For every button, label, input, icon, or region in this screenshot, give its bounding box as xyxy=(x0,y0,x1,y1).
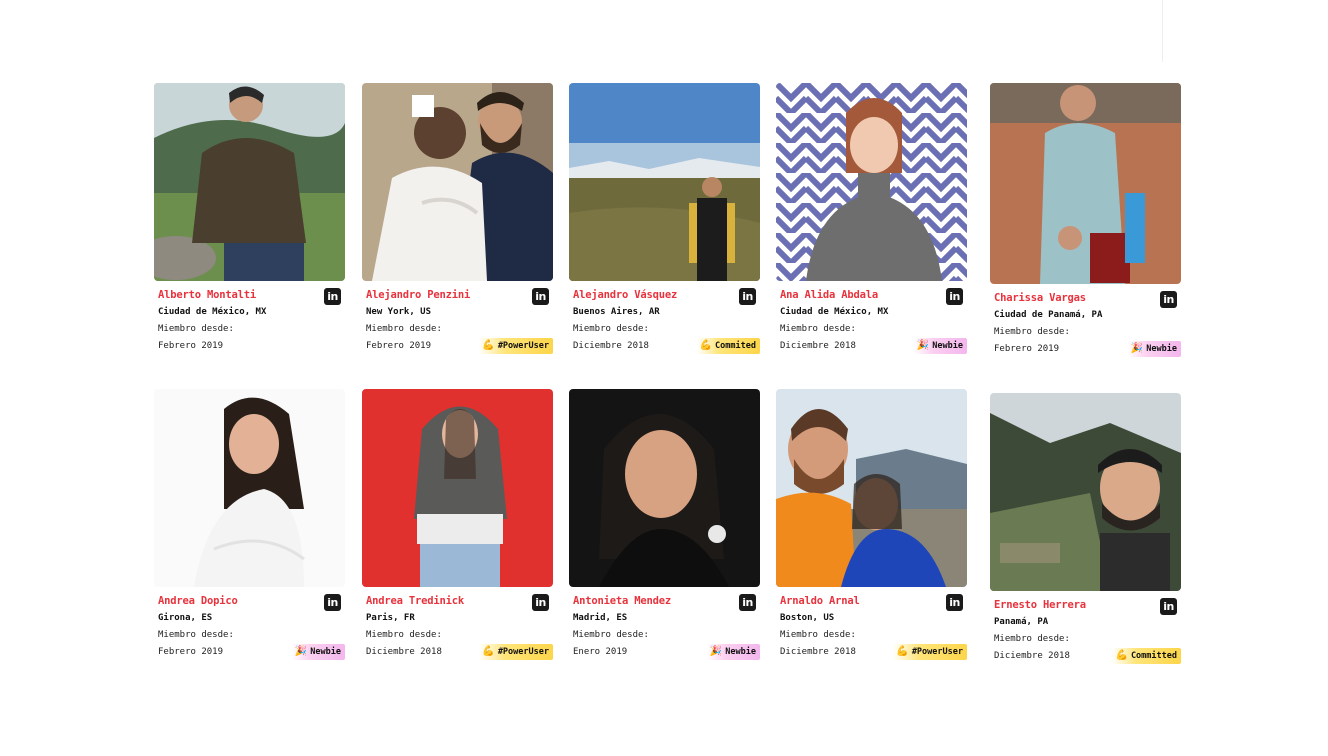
member-card[interactable]: Ana Alida Abdala in Ciudad de México, MX… xyxy=(776,83,967,354)
member-location: Paris, FR xyxy=(366,613,415,623)
member-since-date: Enero 2019 xyxy=(573,647,628,657)
member-since-date: Febrero 2019 xyxy=(366,341,432,351)
linkedin-icon[interactable]: in xyxy=(1160,291,1177,308)
member-since-date: Diciembre 2018 xyxy=(994,651,1070,661)
member-photo xyxy=(154,389,345,587)
member-name[interactable]: Arnaldo Arnal xyxy=(780,595,860,607)
linkedin-icon[interactable]: in xyxy=(739,288,756,305)
member-since-label: Miembro desde: xyxy=(780,630,856,640)
badge-label: Newbie xyxy=(725,647,756,657)
member-photo xyxy=(990,83,1181,284)
member-card[interactable]: Alejandro Penzini in New York, US Miembr… xyxy=(362,83,553,354)
badge-label: Committed xyxy=(1130,651,1177,661)
member-location: Ciudad de Panamá, PA xyxy=(994,310,1103,320)
member-since-date: Diciembre 2018 xyxy=(573,341,649,351)
flexed-arm-icon: 💪 xyxy=(1115,650,1128,661)
member-name[interactable]: Charissa Vargas xyxy=(994,292,1086,304)
member-name[interactable]: Alejandro Vásquez xyxy=(573,289,677,301)
member-name[interactable]: Ana Alida Abdala xyxy=(780,289,878,301)
member-location: Ciudad de México, MX xyxy=(158,307,267,317)
party-popper-icon: 🎉 xyxy=(1130,343,1144,354)
party-popper-icon: 🎉 xyxy=(916,340,930,351)
flexed-arm-icon: 💪 xyxy=(482,340,495,351)
member-since-label: Miembro desde: xyxy=(573,324,649,334)
badge-newbie: 🎉 Newbie xyxy=(1127,341,1181,357)
party-popper-icon: 🎉 xyxy=(294,646,308,657)
member-photo xyxy=(776,83,967,281)
linkedin-icon[interactable]: in xyxy=(532,594,549,611)
member-since-date: Diciembre 2018 xyxy=(780,341,856,351)
member-card[interactable]: Charissa Vargas in Ciudad de Panamá, PA … xyxy=(990,83,1181,357)
member-since-label: Miembro desde: xyxy=(366,324,442,334)
member-since-label: Miembro desde: xyxy=(158,630,234,640)
member-name[interactable]: Alberto Montalti xyxy=(158,289,256,301)
member-since-date: Diciembre 2018 xyxy=(780,647,856,657)
member-location: Buenos Aires, AR xyxy=(573,307,660,317)
member-since-label: Miembro desde: xyxy=(994,327,1070,337)
member-location: Boston, US xyxy=(780,613,835,623)
badge-label: #PowerUser xyxy=(911,647,963,657)
member-card[interactable]: Alejandro Vásquez in Buenos Aires, AR Mi… xyxy=(569,83,760,354)
member-card[interactable]: Andrea Dopico in Girona, ES Miembro desd… xyxy=(154,389,345,660)
linkedin-icon[interactable]: in xyxy=(324,594,341,611)
badge-newbie: 🎉 Newbie xyxy=(706,644,760,660)
badge-poweruser: 💪 #PowerUser xyxy=(893,644,967,660)
badge-label: Newbie xyxy=(1146,344,1177,354)
member-card[interactable]: Antonieta Mendez in Madrid, ES Miembro d… xyxy=(569,389,760,660)
member-since-date: Febrero 2019 xyxy=(994,344,1060,354)
member-photo xyxy=(154,83,345,281)
linkedin-icon[interactable]: in xyxy=(1160,598,1177,615)
member-card[interactable]: Andrea Tredinick in Paris, FR Miembro de… xyxy=(362,389,553,660)
badge-label: #PowerUser xyxy=(497,647,549,657)
member-card[interactable]: Alberto Montalti in Ciudad de México, MX… xyxy=(154,83,345,351)
member-since-date: Febrero 2019 xyxy=(158,341,224,351)
member-photo xyxy=(776,389,967,587)
flexed-arm-icon: 💪 xyxy=(896,646,909,657)
top-divider xyxy=(1162,0,1163,62)
linkedin-icon[interactable]: in xyxy=(532,288,549,305)
member-since-date: Febrero 2019 xyxy=(158,647,224,657)
badge-label: Newbie xyxy=(310,647,341,657)
badge-label: #PowerUser xyxy=(497,341,549,351)
member-photo xyxy=(362,389,553,587)
member-name[interactable]: Alejandro Penzini xyxy=(366,289,470,301)
member-card[interactable]: Ernesto Herrera in Panamá, PA Miembro de… xyxy=(990,393,1181,664)
linkedin-icon[interactable]: in xyxy=(324,288,341,305)
member-location: Girona, ES xyxy=(158,613,213,623)
member-photo xyxy=(569,83,760,281)
member-location: Panamá, PA xyxy=(994,617,1049,627)
member-location: Ciudad de México, MX xyxy=(780,307,889,317)
member-name[interactable]: Ernesto Herrera xyxy=(994,599,1086,611)
member-since-label: Miembro desde: xyxy=(994,634,1070,644)
member-since-label: Miembro desde: xyxy=(573,630,649,640)
linkedin-icon[interactable]: in xyxy=(946,288,963,305)
badge-newbie: 🎉 Newbie xyxy=(291,644,345,660)
flexed-arm-icon: 💪 xyxy=(482,646,495,657)
member-name[interactable]: Andrea Tredinick xyxy=(366,595,464,607)
member-since-date: Diciembre 2018 xyxy=(366,647,442,657)
member-photo xyxy=(362,83,553,281)
member-card[interactable]: Arnaldo Arnal in Boston, US Miembro desd… xyxy=(776,389,967,660)
badge-committed: 💪 Committed xyxy=(1112,648,1181,664)
flexed-arm-icon: 💪 xyxy=(699,340,713,351)
party-popper-icon: 🎉 xyxy=(709,646,723,657)
member-since-label: Miembro desde: xyxy=(158,324,234,334)
badge-label: Newbie xyxy=(932,341,963,351)
badge-committed: 💪 Commited xyxy=(696,338,760,354)
member-location: Madrid, ES xyxy=(573,613,628,623)
badge-newbie: 🎉 Newbie xyxy=(913,338,967,354)
member-name[interactable]: Antonieta Mendez xyxy=(573,595,671,607)
member-location: New York, US xyxy=(366,307,432,317)
member-photo xyxy=(990,393,1181,591)
badge-poweruser: 💪 #PowerUser xyxy=(479,644,553,660)
linkedin-icon[interactable]: in xyxy=(946,594,963,611)
linkedin-icon[interactable]: in xyxy=(739,594,756,611)
badge-poweruser: 💪 #PowerUser xyxy=(479,338,553,354)
member-name[interactable]: Andrea Dopico xyxy=(158,595,238,607)
member-photo xyxy=(569,389,760,587)
member-since-label: Miembro desde: xyxy=(366,630,442,640)
member-since-label: Miembro desde: xyxy=(780,324,856,334)
badge-label: Commited xyxy=(715,341,756,351)
